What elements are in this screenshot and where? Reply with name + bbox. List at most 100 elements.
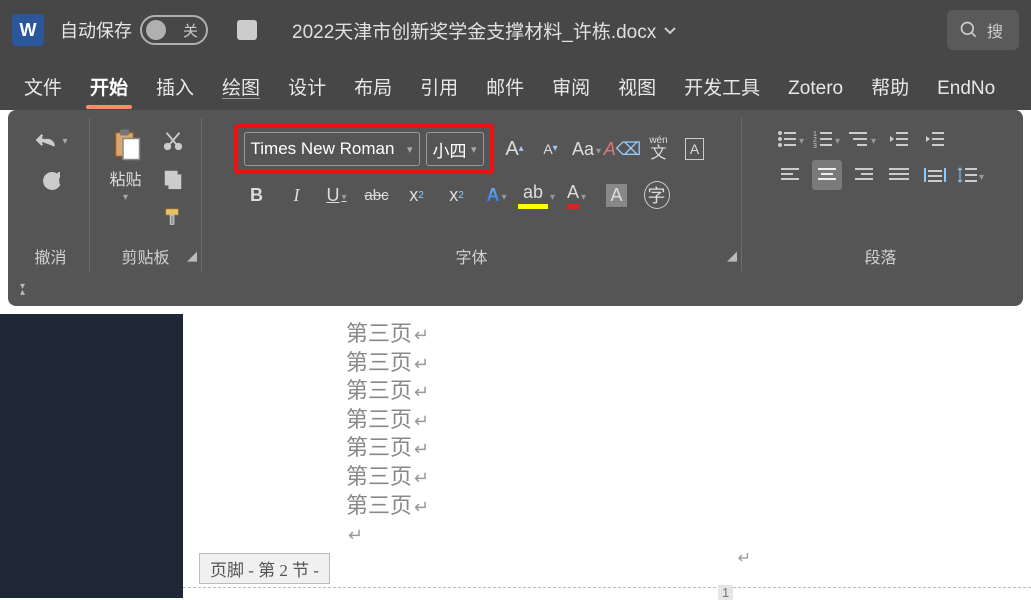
decrease-indent-button[interactable] bbox=[884, 124, 914, 154]
tab-review[interactable]: 审阅 bbox=[538, 65, 604, 110]
save-button[interactable] bbox=[230, 13, 264, 47]
search-icon bbox=[959, 20, 979, 40]
paste-button[interactable]: 粘贴 ▾ bbox=[102, 124, 150, 207]
line-spacing-icon bbox=[957, 166, 977, 184]
undo-button[interactable]: ▾ bbox=[34, 124, 68, 158]
tab-file[interactable]: 文件 bbox=[10, 65, 76, 110]
document-body-text[interactable]: 第三页 第三页 第三页 第三页 第三页 第三页 第三页 bbox=[346, 320, 429, 549]
search-placeholder: 搜 bbox=[987, 18, 1003, 42]
distribute-icon bbox=[924, 167, 946, 183]
footer-section-label[interactable]: 页脚 - 第 2 节 - bbox=[199, 553, 330, 584]
ribbon: ▾ 撤消 粘贴 ▾ bbox=[8, 110, 1023, 306]
tab-draw[interactable]: 绘图 bbox=[208, 65, 274, 110]
redo-button[interactable] bbox=[34, 164, 68, 198]
align-center-button[interactable] bbox=[812, 160, 842, 190]
format-painter-icon bbox=[162, 206, 184, 228]
font-color-button[interactable]: A bbox=[562, 180, 592, 210]
group-label-undo: 撤消 bbox=[34, 244, 66, 268]
font-dialog-launcher[interactable]: ◢ bbox=[727, 248, 737, 264]
svg-text:3: 3 bbox=[813, 143, 817, 148]
tab-design[interactable]: 设计 bbox=[274, 65, 340, 110]
autosave-toggle[interactable]: 关 bbox=[140, 15, 208, 45]
document-page[interactable]: 第三页 第三页 第三页 第三页 第三页 第三页 第三页 ↵ 页脚 - 第 2 节… bbox=[183, 314, 1031, 598]
tab-view[interactable]: 视图 bbox=[604, 65, 670, 110]
cut-button[interactable] bbox=[156, 124, 190, 158]
italic-button[interactable]: I bbox=[282, 180, 312, 210]
cut-icon bbox=[162, 130, 184, 152]
font-controls-highlight: Times New Roman ▾ 小四 ▾ bbox=[234, 124, 494, 174]
underline-button[interactable]: U bbox=[322, 180, 352, 210]
clear-format-button[interactable]: A⌫ bbox=[608, 134, 638, 164]
justify-icon bbox=[889, 167, 909, 183]
tab-zotero[interactable]: Zotero bbox=[774, 70, 857, 110]
text-line: 第三页 bbox=[346, 492, 429, 521]
document-area: 第三页 第三页 第三页 第三页 第三页 第三页 第三页 ↵ 页脚 - 第 2 节… bbox=[0, 314, 1031, 598]
ribbon-options-button[interactable]: ▾▴ bbox=[20, 284, 25, 296]
phonetic-guide-button[interactable]: wén 文 bbox=[644, 134, 674, 164]
ribbon-tabs: 文件 开始 插入 绘图 设计 布局 引用 邮件 审阅 视图 开发工具 Zoter… bbox=[0, 60, 1031, 110]
highlight-color-button[interactable]: ab bbox=[522, 180, 552, 210]
tab-insert[interactable]: 插入 bbox=[142, 65, 208, 110]
title-bar: W 自动保存 关 2022天津市创新奖学金支撑材料_许栋.docx 搜 bbox=[0, 0, 1031, 60]
autosave-label: 自动保存 bbox=[60, 17, 132, 43]
group-undo: ▾ 撤消 bbox=[12, 118, 90, 272]
outdent-icon bbox=[889, 130, 909, 148]
line-spacing-button[interactable] bbox=[956, 160, 986, 190]
tab-endnote[interactable]: EndNo bbox=[923, 70, 1009, 110]
numbering-icon: 123 bbox=[813, 130, 833, 148]
text-effects-button[interactable]: A bbox=[482, 180, 512, 210]
footer-return-mark: ↵ bbox=[738, 548, 751, 568]
align-left-button[interactable] bbox=[776, 160, 806, 190]
distribute-button[interactable] bbox=[920, 160, 950, 190]
text-line: 第三页 bbox=[346, 434, 429, 463]
text-line: 第三页 bbox=[346, 377, 429, 406]
enclose-char-button[interactable]: 字 bbox=[642, 180, 672, 210]
align-right-button[interactable] bbox=[848, 160, 878, 190]
paste-icon bbox=[108, 128, 144, 164]
tab-mailings[interactable]: 邮件 bbox=[472, 65, 538, 110]
doc-left-margin bbox=[0, 314, 183, 598]
footer-separator bbox=[183, 587, 1031, 588]
text-line: 第三页 bbox=[346, 463, 429, 492]
subscript-button[interactable]: x2 bbox=[402, 180, 432, 210]
save-icon bbox=[235, 18, 259, 42]
group-font: Times New Roman ▾ 小四 ▾ A▴ A▾ Aa A⌫ wén bbox=[202, 118, 742, 272]
font-name-combo[interactable]: Times New Roman ▾ bbox=[244, 132, 420, 166]
search-box[interactable]: 搜 bbox=[947, 10, 1019, 50]
bold-button[interactable]: B bbox=[242, 180, 272, 210]
word-app-icon: W bbox=[12, 14, 44, 46]
multilevel-list-button[interactable] bbox=[848, 124, 878, 154]
tab-home[interactable]: 开始 bbox=[76, 65, 142, 110]
group-clipboard: 粘贴 ▾ bbox=[90, 118, 202, 272]
bullets-button[interactable] bbox=[776, 124, 806, 154]
change-case-button[interactable]: Aa bbox=[572, 134, 602, 164]
numbering-button[interactable]: 123 bbox=[812, 124, 842, 154]
text-line: 第三页 bbox=[346, 406, 429, 435]
char-shading-button[interactable]: A bbox=[602, 180, 632, 210]
char-border-icon: A bbox=[685, 138, 704, 160]
format-painter-button[interactable] bbox=[156, 200, 190, 234]
shrink-font-button[interactable]: A▾ bbox=[536, 134, 566, 164]
autosave-control[interactable]: 自动保存 关 bbox=[60, 15, 208, 45]
tab-help[interactable]: 帮助 bbox=[857, 65, 923, 110]
increase-indent-button[interactable] bbox=[920, 124, 950, 154]
toggle-off-label: 关 bbox=[183, 20, 198, 41]
align-right-icon bbox=[853, 167, 873, 183]
strikethrough-button[interactable]: abc bbox=[362, 180, 392, 210]
tab-dev[interactable]: 开发工具 bbox=[670, 65, 774, 110]
font-size-combo[interactable]: 小四 ▾ bbox=[426, 132, 484, 166]
paste-label: 粘贴 bbox=[109, 166, 141, 190]
clipboard-dialog-launcher[interactable]: ◢ bbox=[187, 248, 197, 264]
superscript-button[interactable]: x2 bbox=[442, 180, 472, 210]
tab-references[interactable]: 引用 bbox=[406, 65, 472, 110]
indent-icon bbox=[925, 130, 945, 148]
copy-button[interactable] bbox=[156, 162, 190, 196]
copy-icon bbox=[162, 168, 184, 190]
repeat-icon bbox=[39, 169, 63, 193]
chevron-down-icon bbox=[662, 22, 678, 38]
grow-font-button[interactable]: A▴ bbox=[500, 134, 530, 164]
tab-layout[interactable]: 布局 bbox=[340, 65, 406, 110]
char-border-button[interactable]: A bbox=[680, 134, 710, 164]
document-title[interactable]: 2022天津市创新奖学金支撑材料_许栋.docx bbox=[292, 17, 678, 44]
justify-button[interactable] bbox=[884, 160, 914, 190]
